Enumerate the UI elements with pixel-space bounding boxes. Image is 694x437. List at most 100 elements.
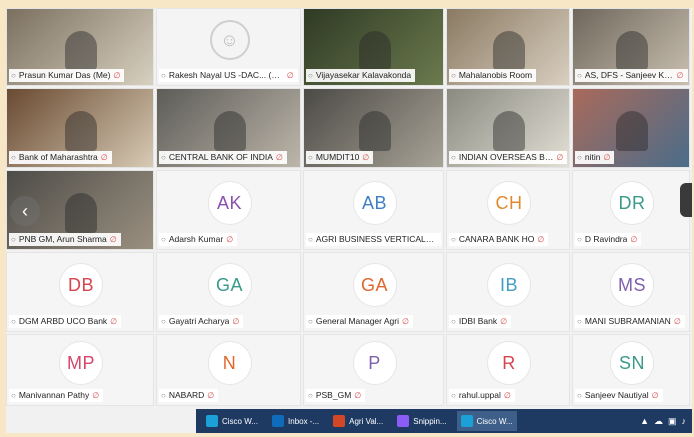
audio-status-icon: ○ — [11, 317, 16, 326]
participant-name: AS, DFS - Sanjeev Kaushik — [584, 70, 674, 80]
person-silhouette — [65, 30, 97, 70]
person-silhouette — [493, 30, 525, 70]
participant-tile[interactable]: MP ○ Manivannan Pathy ∅ — [6, 334, 154, 406]
participant-tile[interactable]: ☺ ○ Rakesh Nayal US -DAC... (Host) ∅ — [156, 8, 301, 86]
taskbar-app-button[interactable]: Cisco W... — [456, 411, 517, 431]
participant-name-label: ○AS, DFS - Sanjeev Kaushik∅ — [575, 69, 688, 82]
participant-tile[interactable]: AB ○AGRI BUSINESS VERTICAL-UNI... — [303, 170, 444, 250]
app-icon — [206, 415, 218, 427]
participant-name: General Manager Agri — [315, 316, 400, 326]
taskbar-app-button[interactable]: Cisco W... — [202, 411, 262, 431]
participant-tile[interactable]: AK ○ Adarsh Kumar ∅ — [156, 170, 301, 250]
participant-name-label: ○ MANI SUBRAMANIAN ∅ — [575, 315, 685, 328]
tray-icon[interactable]: ▣ — [668, 416, 677, 427]
participant-tile[interactable]: ○ nitin ∅ — [572, 88, 690, 168]
participant-name-label: ○ PSB_GM ∅ — [306, 389, 366, 402]
audio-status-icon: ○ — [308, 153, 313, 162]
taskbar-app-label: Agri Val... — [349, 416, 384, 426]
participant-name: CENTRAL BANK OF INDIA — [168, 152, 273, 162]
app-icon — [333, 415, 346, 427]
participant-tile[interactable]: CH ○ CANARA BANK HO ∅ — [446, 170, 570, 250]
participant-name-label: ○ rahul.uppal ∅ — [449, 389, 515, 402]
audio-status-icon: ○ — [161, 153, 166, 162]
app-icon — [397, 415, 410, 427]
muted-mic-icon: ∅ — [113, 71, 121, 80]
tray-icon[interactable]: ▲ — [640, 416, 649, 427]
muted-mic-icon: ∅ — [100, 153, 108, 162]
previous-page-arrow-icon[interactable]: ‹ — [10, 196, 40, 226]
audio-status-icon: ○ — [577, 391, 582, 400]
person-placeholder-icon: ☺ — [209, 20, 250, 60]
audio-status-icon: ○ — [161, 317, 166, 326]
participant-name: PSB_GM — [315, 390, 352, 400]
person-silhouette — [616, 111, 648, 152]
participant-initials-avatar: P — [352, 341, 397, 385]
participant-name-label: ○AGRI BUSINESS VERTICAL-UNI... — [306, 233, 441, 246]
participant-tile[interactable]: ○ CENTRAL BANK OF INDIA ∅ — [156, 88, 301, 168]
taskbar-app-label: Snippin... — [413, 416, 447, 426]
participant-tile[interactable]: ○INDIAN OVERSEAS BANK CEN...∅ — [446, 88, 570, 168]
windows-taskbar: Cisco W... Inbox -... Agri Val... Snippin..… — [196, 409, 692, 433]
participant-tile[interactable]: ○ Vijayasekar Kalavakonda — [303, 8, 444, 86]
participant-name: IDBI Bank — [458, 316, 498, 326]
participant-tile[interactable]: N ○ NABARD ∅ — [156, 334, 301, 406]
taskbar-app-button[interactable]: Agri Val... — [329, 411, 387, 431]
participant-initials-avatar: GA — [352, 263, 397, 307]
meeting-grid: ○ Prasun Kumar Das (Me) ∅ ☺ ○ Rakesh Nayal US… — [6, 8, 692, 433]
participant-name-label: ○ Adarsh Kumar ∅ — [159, 233, 238, 246]
audio-status-icon: ○ — [577, 317, 582, 326]
participant-name: PNB GM, Arun Sharma — [18, 234, 107, 244]
participant-tile[interactable]: P ○ PSB_GM ∅ — [303, 334, 444, 406]
person-silhouette — [493, 111, 525, 152]
participant-name: Adarsh Kumar — [168, 234, 224, 244]
muted-mic-icon: ∅ — [286, 71, 294, 80]
participant-name: MANI SUBRAMANIAN — [584, 316, 671, 326]
participant-tile[interactable]: DR ○ D Ravindra ∅ — [572, 170, 690, 250]
participant-tile[interactable]: ○ Mahalanobis Room — [446, 8, 570, 86]
participant-name-label: ○ Mahalanobis Room — [449, 69, 537, 82]
participant-tile[interactable]: R ○ rahul.uppal ∅ — [446, 334, 570, 406]
participant-tile[interactable]: MS ○ MANI SUBRAMANIAN ∅ — [572, 252, 690, 332]
participant-name: Gayatri Acharya — [168, 316, 230, 326]
tray-icon[interactable]: ♪ — [682, 416, 687, 427]
participant-tile[interactable]: ○AS, DFS - Sanjeev Kaushik∅ — [572, 8, 690, 86]
audio-status-icon: ○ — [451, 153, 456, 162]
muted-mic-icon: ∅ — [232, 317, 240, 326]
participant-tile[interactable]: ○ MUMDIT10 ∅ — [303, 88, 444, 168]
participant-initials-avatar: DB — [59, 263, 103, 307]
taskbar-app-button[interactable]: Inbox -... — [268, 411, 323, 431]
participant-name-label: ○ IDBI Bank ∅ — [449, 315, 512, 328]
person-silhouette — [358, 111, 391, 152]
participant-tile[interactable]: ○ Prasun Kumar Das (Me) ∅ — [6, 8, 154, 86]
participant-name-label: ○ nitin ∅ — [575, 151, 615, 164]
audio-status-icon: ○ — [308, 235, 313, 244]
participant-name-label: ○ MUMDIT10 ∅ — [306, 151, 374, 164]
participant-name: Manivannan Pathy — [18, 390, 90, 400]
participant-tile[interactable]: ○ Bank of Maharashtra ∅ — [6, 88, 154, 168]
participant-name-label: ○ CANARA BANK HO ∅ — [449, 233, 549, 246]
app-icon — [460, 415, 473, 427]
audio-status-icon: ○ — [11, 153, 16, 162]
audio-status-icon: ○ — [161, 391, 166, 400]
audio-status-icon: ○ — [451, 391, 456, 400]
taskbar-app-label: Cisco W... — [222, 416, 259, 426]
participant-tile[interactable]: SN ○ Sanjeev Nautiyal ∅ — [572, 334, 690, 406]
tray-icon[interactable]: ☁ — [654, 416, 663, 427]
participant-initials-avatar: AB — [352, 181, 397, 225]
participant-name: INDIAN OVERSEAS BANK CEN... — [458, 152, 554, 162]
participant-initials-avatar: CH — [487, 181, 531, 225]
participant-initials-avatar: MS — [610, 263, 654, 307]
participant-initials-avatar: MP — [59, 341, 103, 385]
muted-mic-icon: ∅ — [354, 391, 362, 400]
muted-mic-icon: ∅ — [503, 391, 511, 400]
participant-tile[interactable]: DB ○ DGM ARBD UCO Bank ∅ — [6, 252, 154, 332]
next-page-arrow-icon[interactable] — [680, 183, 692, 217]
audio-status-icon: ○ — [577, 71, 582, 80]
participant-name-label: ○ Gayatri Acharya ∅ — [159, 315, 244, 328]
participant-name: Mahalanobis Room — [458, 70, 533, 80]
participant-tile[interactable]: IB ○ IDBI Bank ∅ — [446, 252, 570, 332]
participant-tile[interactable]: GA ○ Gayatri Acharya ∅ — [156, 252, 301, 332]
taskbar-app-button[interactable]: Snippin... — [393, 411, 450, 431]
audio-status-icon: ○ — [11, 71, 16, 80]
participant-tile[interactable]: GA ○ General Manager Agri ∅ — [303, 252, 444, 332]
